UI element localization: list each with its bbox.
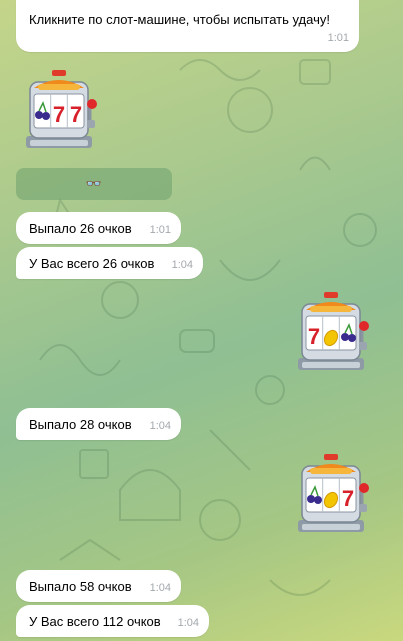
message-bubble: У Вас всего 112 очков 1:04	[16, 605, 209, 637]
message-time: 1:04	[171, 259, 193, 271]
message-time: 1:04	[149, 420, 171, 432]
message-text: У Вас всего 112 очков	[29, 614, 161, 629]
message-text: Выпало 58 очков	[29, 579, 132, 594]
slot-machine-sticker[interactable]: 7	[296, 292, 378, 376]
slot-machine-sticker[interactable]: 7	[296, 454, 378, 538]
message-bubble: У Вас всего 26 очков 1:04	[16, 247, 203, 279]
slot-machine-sticker[interactable]: 7 7	[24, 70, 106, 154]
message-bubble: Выпало 58 очков 1:04	[16, 570, 181, 602]
message-time: 1:01	[327, 32, 349, 44]
svg-text:7: 7	[342, 486, 354, 511]
message-text: Кликните по слот-машине, чтобы испытать …	[29, 12, 330, 27]
message-bubble: Выпало 26 очков 1:01	[16, 212, 181, 244]
svg-text:7: 7	[308, 324, 320, 349]
svg-text:7: 7	[70, 102, 82, 127]
glasses-icon: 👓	[85, 176, 103, 191]
reply-keyboard-button[interactable]: 👓	[16, 168, 172, 200]
message-text: Выпало 28 очков	[29, 417, 132, 432]
message-time: 1:01	[149, 224, 171, 236]
message-bubble: Выпало 28 очков 1:04	[16, 408, 181, 440]
message-text: У Вас всего 26 очков	[29, 256, 155, 271]
message-time: 1:04	[177, 617, 199, 629]
message-time: 1:04	[149, 582, 171, 594]
message-text: Выпало 26 очков	[29, 221, 132, 236]
svg-text:7: 7	[53, 102, 65, 127]
message-bubble-intro: Кликните по слот-машине, чтобы испытать …	[16, 0, 359, 52]
